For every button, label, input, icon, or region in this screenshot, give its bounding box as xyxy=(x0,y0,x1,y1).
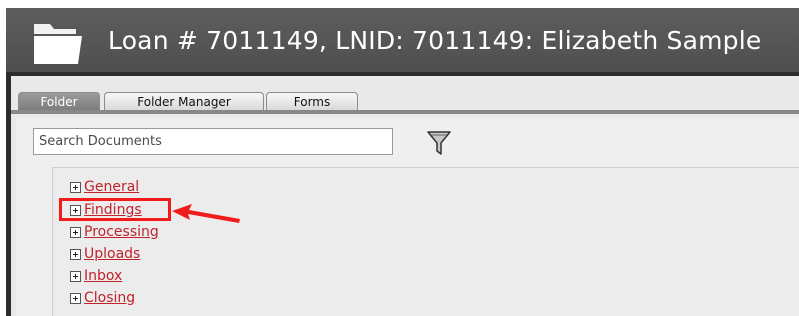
title-bar: Loan # 7011149, LNID: 7011149: Elizabeth… xyxy=(6,8,799,72)
expand-icon[interactable] xyxy=(70,181,81,193)
tree-item-inbox[interactable]: Inbox xyxy=(70,267,122,285)
tree-item-label[interactable]: Uploads xyxy=(84,246,140,262)
tree-item-uploads[interactable]: Uploads xyxy=(70,245,140,263)
tree-item-general[interactable]: General xyxy=(70,178,139,196)
tree-item-label[interactable]: Closing xyxy=(84,290,135,306)
tree-item-label[interactable]: Processing xyxy=(84,224,159,240)
expand-icon[interactable] xyxy=(70,226,81,238)
tab-folder-manager[interactable]: Folder Manager xyxy=(104,92,264,111)
document-tree xyxy=(52,167,799,316)
tree-item-label[interactable]: General xyxy=(84,179,139,195)
arrow-left-icon xyxy=(172,204,240,223)
folder-icon xyxy=(34,24,82,64)
tab-strip-divider xyxy=(11,110,799,114)
expand-icon[interactable] xyxy=(70,248,81,260)
tree-item-processing[interactable]: Processing xyxy=(70,223,159,241)
annotation-highlight-box xyxy=(59,198,171,221)
tab-folder[interactable]: Folder xyxy=(18,92,100,111)
window-title: Loan # 7011149, LNID: 7011149: Elizabeth… xyxy=(108,26,762,55)
tree-item-closing[interactable]: Closing xyxy=(70,289,135,307)
expand-icon[interactable] xyxy=(70,270,81,282)
search-input[interactable] xyxy=(33,128,393,155)
funnel-filter-icon[interactable] xyxy=(426,128,452,158)
expand-icon[interactable] xyxy=(70,292,81,304)
tab-forms[interactable]: Forms xyxy=(266,92,358,111)
tree-item-label[interactable]: Inbox xyxy=(84,268,122,284)
